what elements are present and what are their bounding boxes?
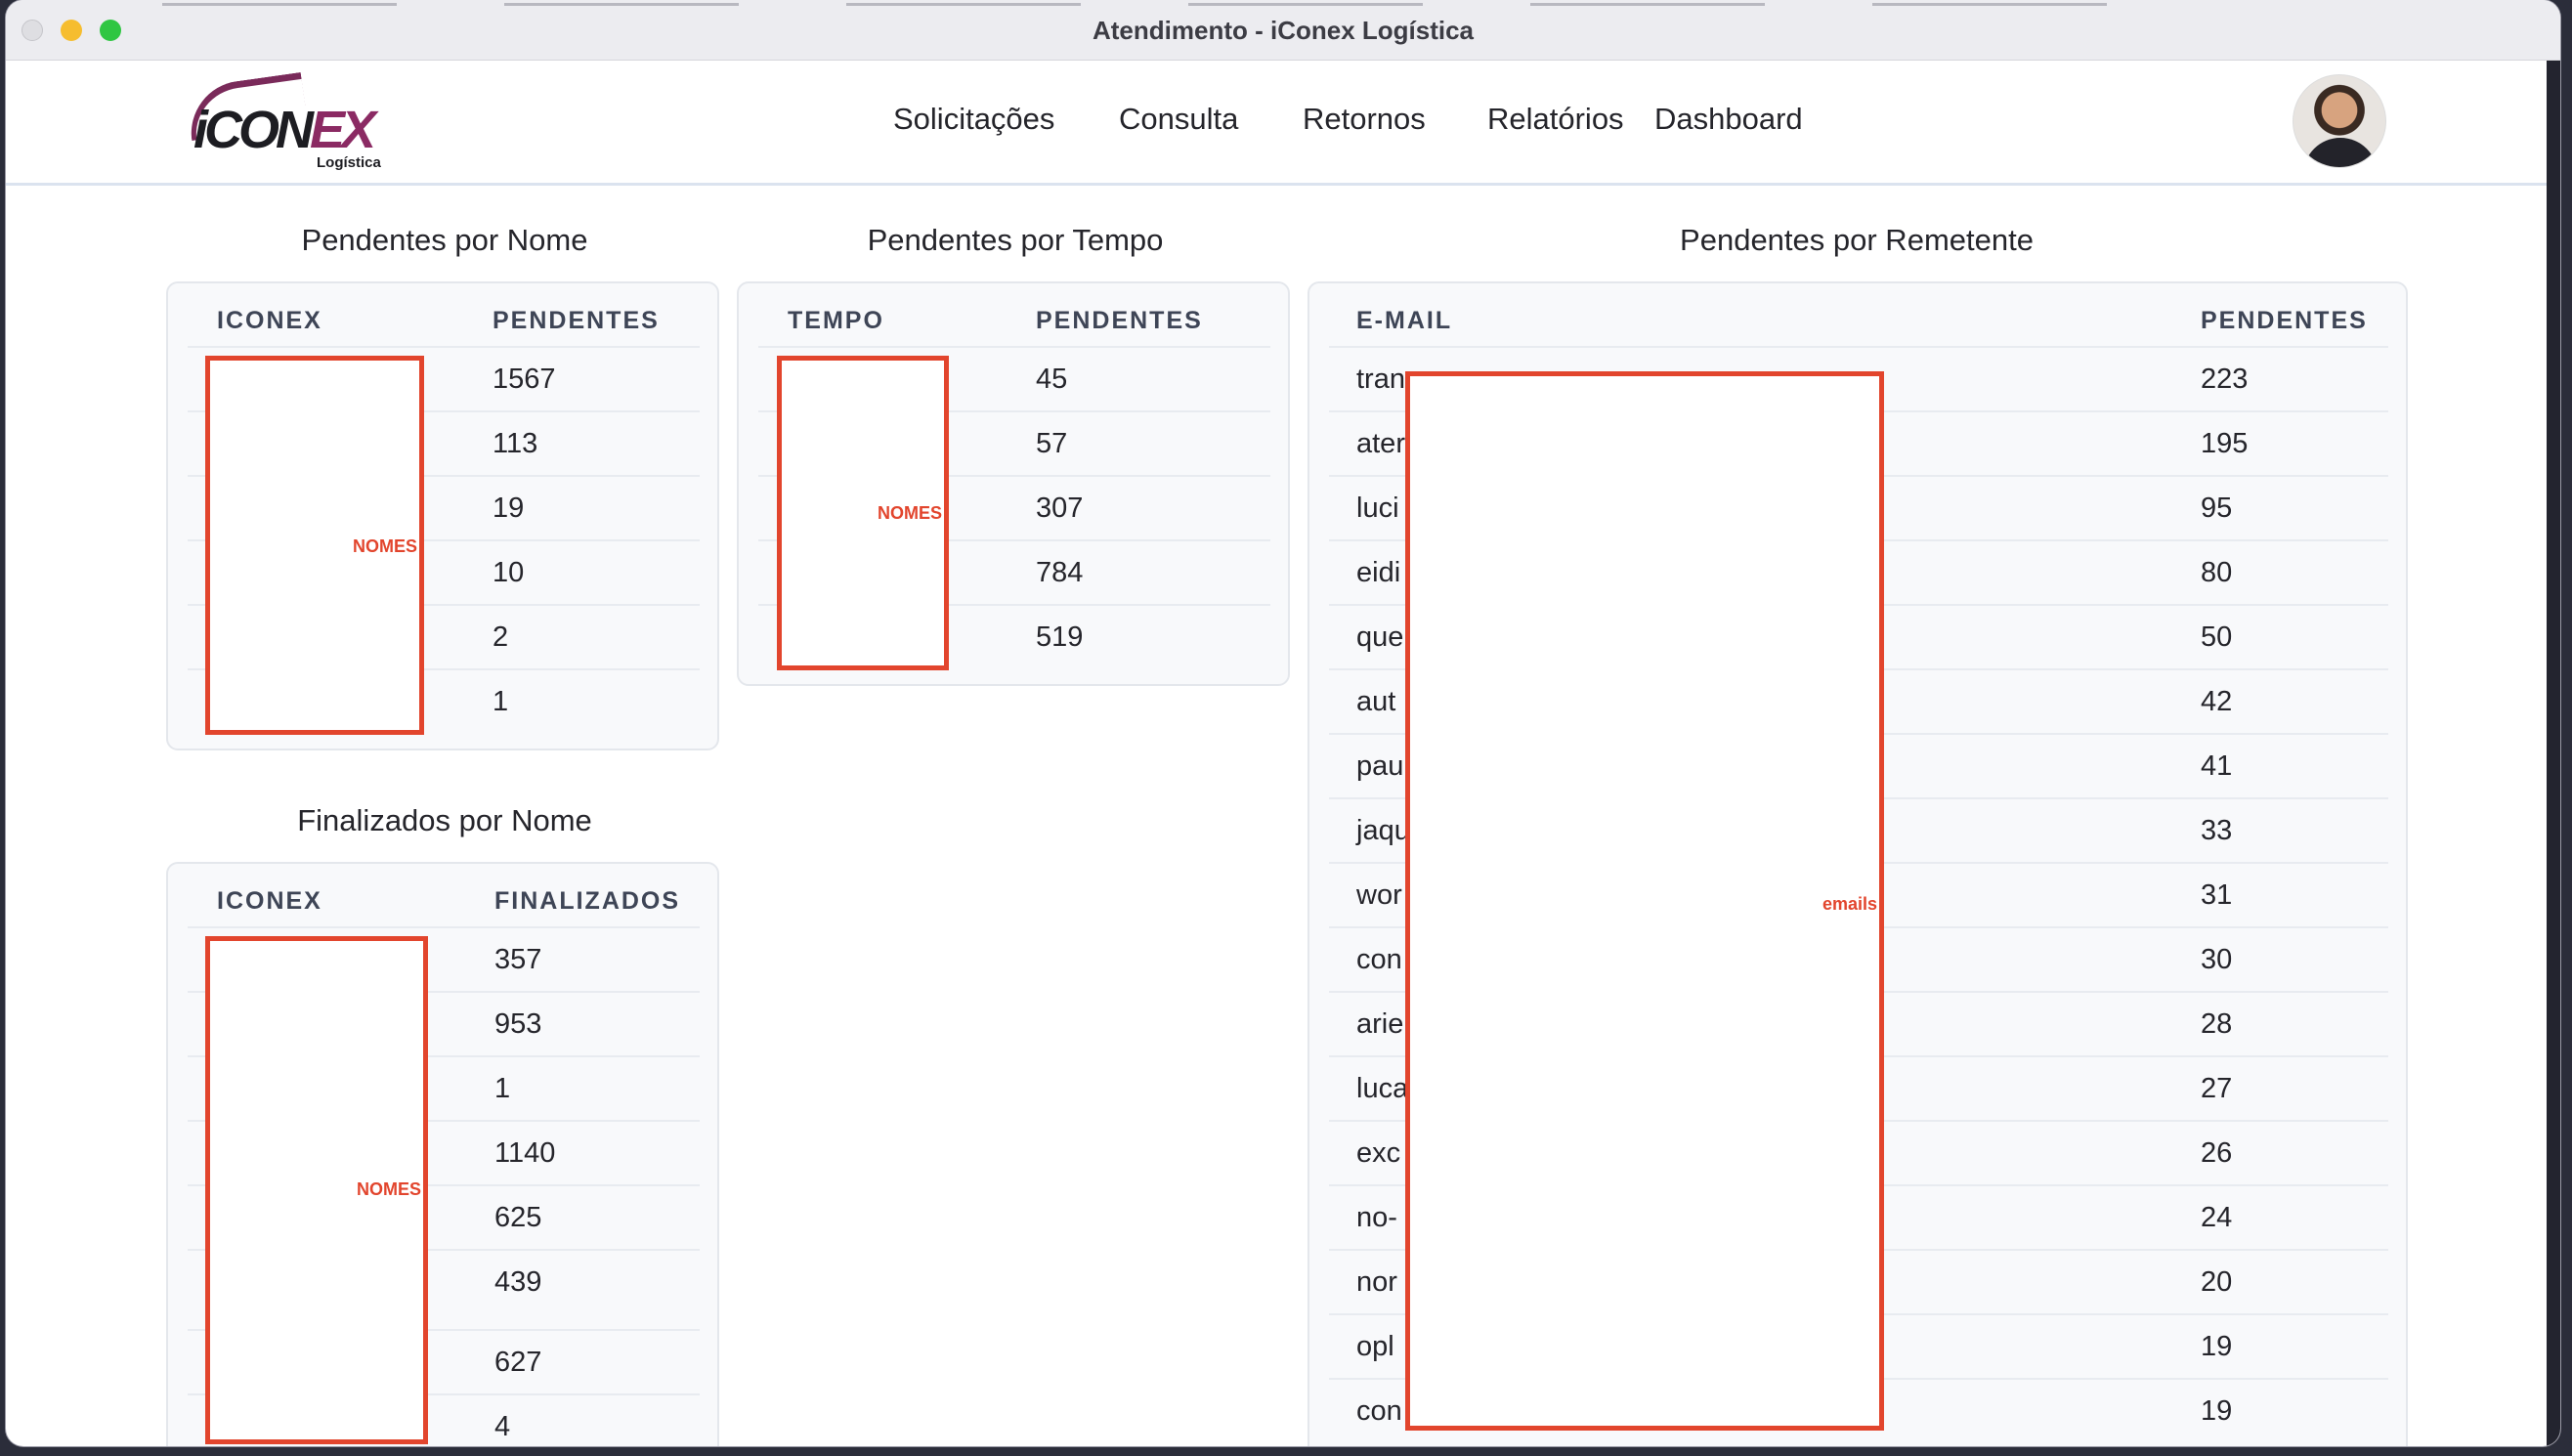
count-cell: 4 <box>494 1411 511 1442</box>
window-edge <box>2547 61 2560 1446</box>
email-cell: wor <box>1356 879 1402 911</box>
count-cell: 953 <box>494 1008 542 1040</box>
column-header-pendentes: PENDENTES <box>1036 307 1203 334</box>
email-cell: con <box>1356 944 1402 975</box>
pendentes-remetente-title: Pendentes por Remetente <box>1680 223 2034 257</box>
count-cell: 33 <box>2201 815 2233 846</box>
email-cell: eidi <box>1356 557 1401 588</box>
window-title: Atendimento - iConex Logística <box>1092 16 1475 45</box>
count-cell: 2 <box>493 621 509 653</box>
pendentes-tempo-table: TEMPO PENDENTES 45 57 307 784 519 NOMES <box>737 281 1290 686</box>
column-header-tempo: TEMPO <box>788 307 884 334</box>
user-avatar[interactable] <box>2293 74 2386 168</box>
browser-window: Atendimento - iConex Logística iCONEX Lo… <box>6 0 2560 1446</box>
redaction-box: NOMES <box>205 356 424 735</box>
email-cell: no- <box>1356 1202 1397 1233</box>
redaction-label: NOMES <box>356 1179 421 1199</box>
email-cell: exc <box>1356 1137 1401 1169</box>
count-cell: 113 <box>493 428 538 459</box>
count-cell: 10 <box>493 557 525 588</box>
count-cell: 195 <box>2201 428 2249 459</box>
nav-dashboard[interactable]: Dashboard <box>1654 102 1803 137</box>
email-cell: luca <box>1356 1073 1409 1104</box>
count-cell: 28 <box>2201 1008 2233 1040</box>
count-cell: 95 <box>2201 492 2233 524</box>
count-cell: 19 <box>2201 1331 2233 1362</box>
count-cell: 439 <box>494 1266 542 1298</box>
count-cell: 31 <box>2201 879 2233 911</box>
count-cell: 19 <box>2201 1395 2233 1427</box>
count-cell: 42 <box>2201 686 2233 717</box>
count-cell: 1140 <box>494 1137 556 1169</box>
count-cell: 357 <box>494 944 542 975</box>
email-cell: arie <box>1356 1008 1404 1040</box>
count-cell: 24 <box>2201 1202 2233 1233</box>
count-cell: 20 <box>2201 1266 2233 1298</box>
email-cell: aut <box>1356 686 1396 717</box>
finalizados-nome-table: ICONEX FINALIZADOS 357 953 1 1140 625 439 627 4… <box>166 862 719 1446</box>
table-header: E-MAIL PENDENTES <box>1309 283 2406 344</box>
count-cell: 1567 <box>493 364 556 395</box>
title-bar: Atendimento - iConex Logística <box>6 0 2560 61</box>
count-cell: 307 <box>1036 492 1084 524</box>
count-cell: 1 <box>494 1073 511 1104</box>
email-cell: pau <box>1356 750 1404 782</box>
email-cell: jaqu <box>1356 815 1410 846</box>
count-cell: 627 <box>494 1347 542 1378</box>
count-cell: 1 <box>493 686 509 717</box>
count-cell: 223 <box>2201 364 2249 395</box>
navbar: iCONEX Logística Solicitações Consulta R… <box>6 61 2560 186</box>
email-cell: tran <box>1356 364 1405 395</box>
pendentes-remetente-table: E-MAIL PENDENTES tran 223 ater 195 luci 95 eid… <box>1307 281 2408 1446</box>
column-header-iconex: ICONEX <box>217 307 322 334</box>
redaction-box: NOMES <box>777 356 949 670</box>
redaction-box: emails <box>1405 371 1884 1431</box>
redaction-box: NOMES <box>205 936 428 1444</box>
main-nav: Solicitações Consulta Retornos Relatório… <box>6 102 2560 141</box>
table-header: ICONEX PENDENTES <box>168 283 717 344</box>
tab-strip[interactable] <box>162 0 2410 10</box>
email-cell: opl <box>1356 1331 1394 1362</box>
pendentes-nome-title: Pendentes por Nome <box>301 223 588 257</box>
nav-relatorios[interactable]: Relatórios <box>1487 102 1624 137</box>
table-header: ICONEX FINALIZADOS <box>168 864 717 924</box>
dashboard-content: Pendentes por Nome ICONEX PENDENTES 1567… <box>6 189 2560 1446</box>
count-cell: 27 <box>2201 1073 2233 1104</box>
count-cell: 625 <box>494 1202 542 1233</box>
count-cell: 19 <box>493 492 525 524</box>
pendentes-tempo-title: Pendentes por Tempo <box>867 223 1164 257</box>
count-cell: 519 <box>1036 621 1084 653</box>
logo-subtitle: Logística <box>317 154 381 171</box>
email-cell: que <box>1356 621 1404 653</box>
column-header-iconex: ICONEX <box>217 887 322 915</box>
email-cell: ater <box>1356 428 1405 459</box>
count-cell: 57 <box>1036 428 1068 459</box>
nav-consulta[interactable]: Consulta <box>1119 102 1238 137</box>
email-cell: luci <box>1356 492 1399 524</box>
pendentes-nome-table: ICONEX PENDENTES 1567 113 19 10 2 1 NOMES <box>166 281 719 750</box>
column-header-pendentes: PENDENTES <box>2201 307 2368 334</box>
redaction-label: NOMES <box>352 536 417 556</box>
email-cell: nor <box>1356 1266 1397 1298</box>
finalizados-nome-title: Finalizados por Nome <box>297 803 592 837</box>
nav-solicitacoes[interactable]: Solicitações <box>893 102 1054 137</box>
column-header-email: E-MAIL <box>1356 307 1453 334</box>
count-cell: 30 <box>2201 944 2233 975</box>
column-header-finalizados: FINALIZADOS <box>494 887 681 915</box>
count-cell: 50 <box>2201 621 2233 653</box>
count-cell: 41 <box>2201 750 2233 782</box>
table-header: TEMPO PENDENTES <box>739 283 1288 344</box>
redaction-label: emails <box>1822 894 1877 914</box>
nav-retornos[interactable]: Retornos <box>1303 102 1426 137</box>
column-header-pendentes: PENDENTES <box>493 307 660 334</box>
count-cell: 80 <box>2201 557 2233 588</box>
count-cell: 784 <box>1036 557 1084 588</box>
count-cell: 26 <box>2201 1137 2233 1169</box>
redaction-label: NOMES <box>877 503 942 523</box>
count-cell: 45 <box>1036 364 1068 395</box>
email-cell: con <box>1356 1395 1402 1427</box>
